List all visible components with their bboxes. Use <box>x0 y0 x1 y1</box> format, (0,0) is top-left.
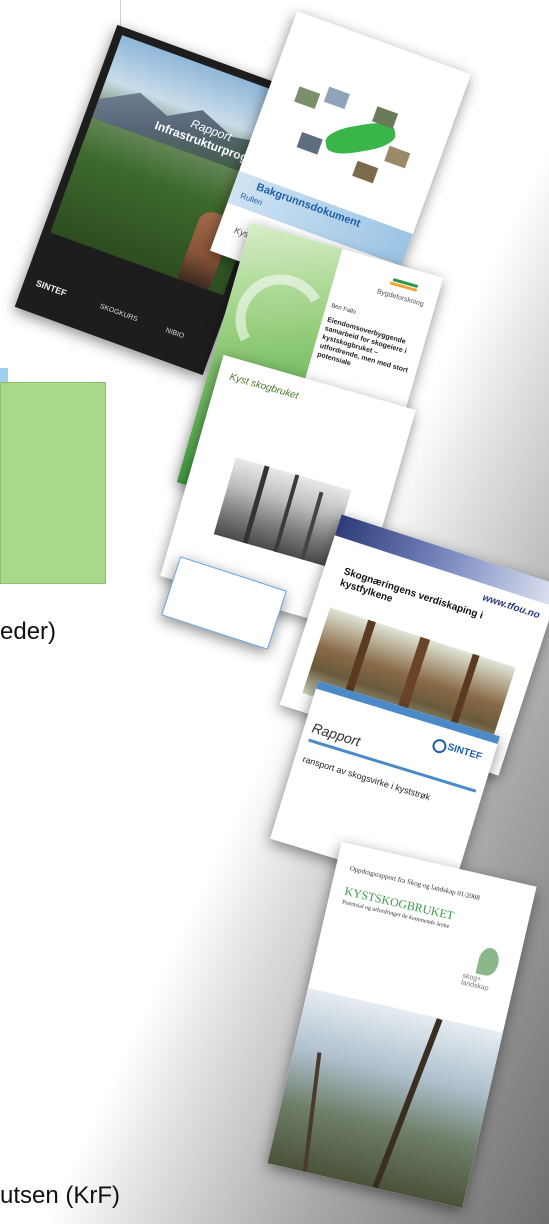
tree-trunk <box>300 491 324 561</box>
text-fragment-2: utsen (KrF) <box>0 1182 121 1209</box>
sintef-title: Rapport <box>310 719 363 750</box>
skog-logo: skog+ landskap <box>460 972 490 993</box>
doc-title: Bakgrunnsdokument <box>254 181 363 231</box>
photo-thumb <box>352 160 379 184</box>
left-green-panel <box>0 382 106 584</box>
sintef-subtitle: ransport av skogsvirke i kyststrøk <box>301 753 432 803</box>
bygde-author: Ben Fallo <box>330 303 357 316</box>
sintef-logo: SINTEF <box>34 277 69 299</box>
photo-thumb <box>294 86 321 109</box>
left-accent-strip <box>0 368 8 382</box>
text-fragment-1: eder) <box>0 618 57 645</box>
map-collage <box>276 77 426 197</box>
tree-trunk <box>372 1018 443 1189</box>
skog-leaf-icon <box>475 945 502 978</box>
kyst-logo: Kyst skogbruket <box>228 371 300 402</box>
bygde-title: Eiendomsoverbyggende samarbeid for skoge… <box>316 316 409 375</box>
tree-trunk <box>302 1052 322 1172</box>
tree-trunk <box>242 465 270 544</box>
photo-thumb <box>296 132 323 155</box>
sintef-logo: SINTEF <box>445 741 484 763</box>
skogkurs-logo: SKOGKURS <box>98 303 139 324</box>
photo-thumb <box>323 86 350 110</box>
tree-trunk <box>273 474 300 553</box>
photo-thumb <box>384 145 411 169</box>
nibio-logo: NIBIO <box>164 327 185 341</box>
